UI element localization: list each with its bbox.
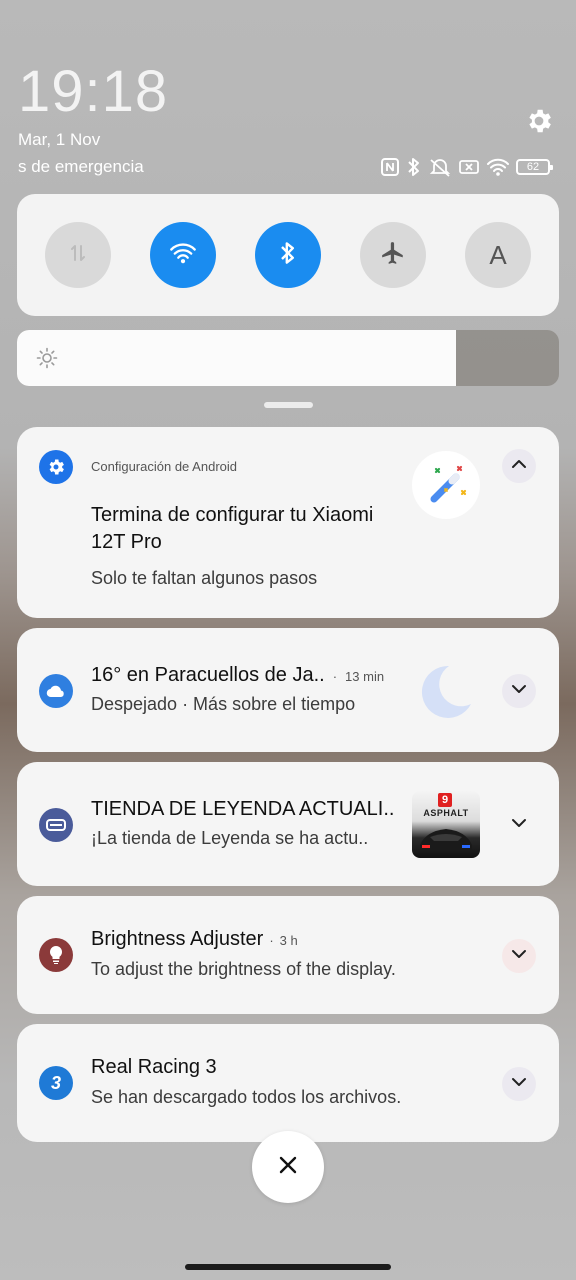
notification-body: ¡La tienda de Leyenda se ha actu..: [91, 828, 369, 848]
notification-body: Despejado · Más sobre el tiempo: [91, 694, 356, 714]
chevron-down-icon: [510, 945, 528, 968]
airplane-mode-toggle[interactable]: [360, 222, 426, 288]
chevron-down-icon: [510, 1073, 528, 1096]
notification-app-name: Configuración de Android: [91, 459, 237, 474]
airplane-icon: [380, 240, 406, 271]
nfc-icon: [380, 157, 400, 177]
notification-android-setup[interactable]: Configuración de Android Termina de conf…: [17, 427, 559, 618]
carrier-status: s de emergencia: [18, 157, 144, 176]
moon-icon: [415, 662, 475, 727]
gesture-nav-bar[interactable]: [185, 1264, 391, 1270]
panel-drag-handle[interactable]: [264, 402, 313, 408]
chevron-down-icon: [510, 814, 528, 837]
clear-all-button[interactable]: [252, 1131, 324, 1203]
data-arrows-icon: [66, 241, 90, 270]
notification-real-racing[interactable]: 3 Real Racing 3 Se han descargado todos …: [17, 1024, 559, 1142]
expand-button[interactable]: [502, 1067, 536, 1101]
expand-button[interactable]: [502, 808, 536, 842]
clock[interactable]: 19:18: [18, 58, 168, 125]
close-icon: [277, 1154, 299, 1181]
expand-button[interactable]: [502, 939, 536, 973]
lightbulb-icon: [39, 938, 73, 972]
battery-icon: 62: [516, 159, 553, 175]
notification-title: Brightness Adjuster: [91, 928, 264, 950]
notification-body: To adjust the brightness of the display.: [91, 959, 396, 979]
notification-title: TIENDA DE LEYENDA ACTUALI..: [91, 798, 395, 820]
date[interactable]: Mar, 1 Nov: [18, 130, 100, 150]
collapse-button[interactable]: [502, 449, 536, 483]
notification-title: 16° en Paracuellos de Ja..: [91, 664, 325, 686]
bluetooth-icon: [406, 157, 422, 177]
asphalt-logo: ASPHALT: [423, 808, 469, 818]
notification-body: Se han descargado todos los archivos.: [91, 1087, 402, 1107]
notification-brightness-adjuster[interactable]: Brightness Adjuster · 3 h To adjust the …: [17, 896, 559, 1014]
notification-title: Real Racing 3: [91, 1056, 217, 1078]
status-icons: 62: [380, 155, 553, 179]
expand-button[interactable]: [502, 674, 536, 708]
notification-time: 3 h: [279, 933, 298, 948]
chevron-up-icon: [510, 455, 528, 478]
mobile-data-toggle[interactable]: [45, 222, 111, 288]
wifi-icon: [169, 241, 197, 270]
notification-time: 13 min: [345, 669, 385, 684]
bluetooth-icon: [278, 241, 298, 270]
sun-icon: [36, 347, 58, 369]
settings-gear-icon[interactable]: [524, 106, 554, 136]
brightness-slider[interactable]: [17, 330, 559, 386]
notification-body: Solo te faltan algunos pasos: [91, 568, 318, 588]
chevron-down-icon: [510, 680, 528, 703]
notification-header: 16° en Paracuellos de Ja.. · 13 min: [91, 664, 385, 686]
asphalt-badge: 9: [438, 793, 452, 807]
real-racing-icon: 3: [39, 1066, 73, 1100]
wifi-icon: [486, 157, 510, 177]
asphalt-thumbnail: 9 ASPHALT: [412, 791, 480, 858]
wifi-toggle[interactable]: [150, 222, 216, 288]
notification-weather[interactable]: 16° en Paracuellos de Ja.. · 13 min Desp…: [17, 628, 559, 752]
game-controller-icon: [39, 808, 73, 842]
bluetooth-toggle[interactable]: [255, 222, 321, 288]
android-settings-gear-icon: [39, 450, 73, 484]
cloud-icon: [39, 674, 73, 708]
magic-wand-icon: [412, 451, 480, 519]
notification-asphalt[interactable]: TIENDA DE LEYENDA ACTUALI.. ¡La tienda d…: [17, 762, 559, 886]
notification-title: Termina de configurar tu Xiaomi 12T Pro: [91, 504, 374, 553]
no-sim-icon: [458, 158, 480, 176]
auto-brightness-toggle[interactable]: A: [465, 222, 531, 288]
brightness-fill: [17, 330, 457, 386]
notification-header: Brightness Adjuster · 3 h: [91, 928, 298, 950]
vibrate-off-icon: [428, 157, 452, 177]
